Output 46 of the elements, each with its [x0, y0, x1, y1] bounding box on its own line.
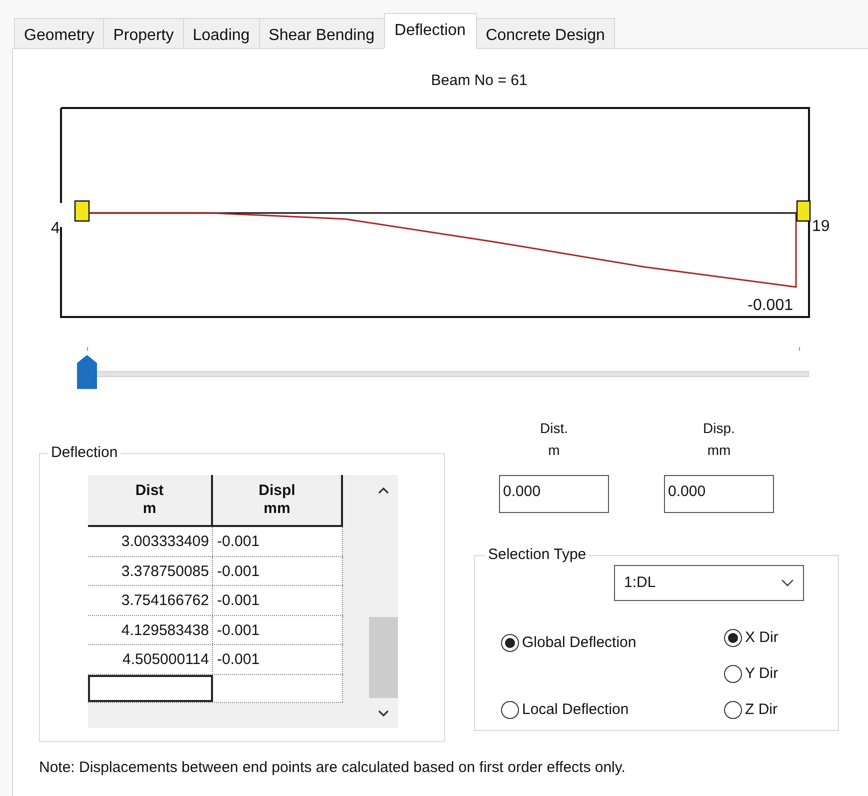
radio-option[interactable]: Global Deflection: [501, 633, 636, 653]
table-cell: -0.001: [213, 645, 343, 674]
tab[interactable]: Loading: [182, 18, 260, 48]
radio-button[interactable]: [724, 665, 742, 683]
table-cell-input[interactable]: [88, 674, 213, 702]
tab[interactable]: Shear Bending: [258, 18, 385, 48]
table-cell: -0.001: [213, 527, 343, 556]
beam-title: Beam No = 61: [431, 72, 528, 89]
node-label: 4: [51, 220, 60, 237]
radio-option[interactable]: Local Deflection: [501, 700, 629, 720]
radio-option[interactable]: Y Dir: [724, 664, 778, 684]
input-field[interactable]: 0.000: [499, 475, 609, 513]
input-field[interactable]: 0.000: [664, 475, 774, 513]
radio-button[interactable]: [724, 701, 742, 719]
radio-button[interactable]: [501, 634, 519, 652]
radio-button[interactable]: [501, 701, 519, 719]
note-text: Note: Displacements between end points are calculated based on first order effects only.: [39, 759, 626, 776]
group-title: Selection Type: [485, 545, 590, 565]
table-cell: -0.001: [213, 556, 343, 585]
table-cell: 4.129583438: [88, 616, 213, 644]
radio-option[interactable]: X Dir: [724, 628, 778, 648]
table-cell: -0.001: [213, 616, 343, 644]
radio-button[interactable]: [724, 629, 742, 647]
scroll-thumb[interactable]: [369, 617, 398, 698]
field-label: Disp. mm: [703, 419, 735, 460]
table-cell: -0.001: [213, 586, 343, 614]
scroll-down-icon[interactable]: [378, 710, 389, 717]
slider-thumb[interactable]: [77, 355, 97, 389]
table-cell: 4.505000114: [88, 645, 213, 674]
node-label: 19: [812, 218, 830, 235]
chevron-down-icon[interactable]: [781, 579, 794, 587]
table-cell: 3.378750085: [88, 556, 213, 585]
tab[interactable]: Concrete Design: [476, 18, 615, 48]
tab[interactable]: Deflection: [384, 13, 477, 49]
support-icon: [74, 200, 90, 222]
tab[interactable]: Property: [103, 18, 184, 48]
slider[interactable]: [77, 345, 809, 391]
support-icon: [796, 200, 811, 222]
deflection-value-label: -0.001: [748, 297, 793, 314]
table-cell: 3.754166762: [88, 586, 213, 614]
table-cell: 3.003333409: [88, 527, 213, 556]
dropdown[interactable]: 1:DL: [614, 565, 804, 601]
field-label: Dist. m: [540, 419, 568, 460]
scroll-up-icon[interactable]: [378, 487, 389, 494]
radio-option[interactable]: Z Dir: [724, 700, 778, 720]
tab[interactable]: Geometry: [14, 18, 104, 48]
